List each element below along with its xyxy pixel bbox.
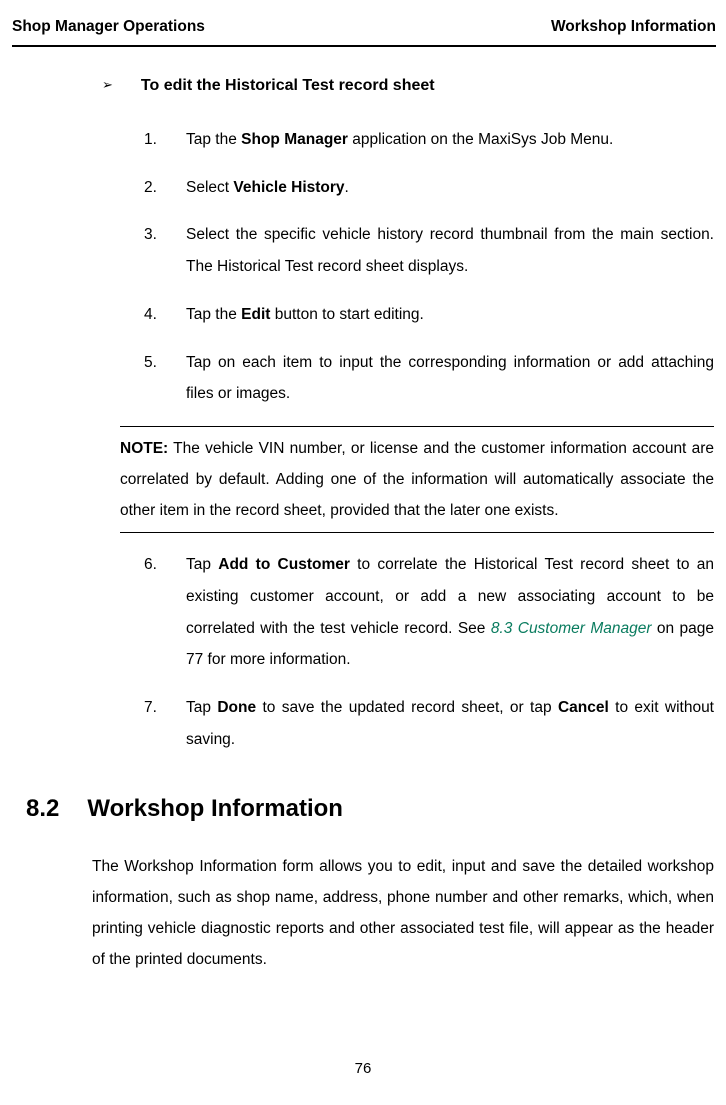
steps-list-part1: Tap the Shop Manager application on the … [92,124,714,410]
header-left: Shop Manager Operations [12,12,205,41]
step-text: . [345,179,349,196]
page-number: 76 [0,1055,726,1084]
step-item: Select the specific vehicle history reco… [144,219,714,283]
header-right: Workshop Information [551,12,716,41]
bullet-arrow-icon: ➢ [102,73,113,98]
step-text: application on the MaxiSys Job Menu. [348,131,613,148]
instruction-heading-text: To edit the Historical Test record sheet [141,71,435,101]
page-content: ➢ To edit the Historical Test record she… [12,71,716,975]
note-text: The vehicle VIN number, or license and t… [120,440,714,519]
step-text: Tap on each item to input the correspond… [186,354,714,403]
section-heading: 8.2 Workshop Information [26,786,714,832]
note-box: NOTE: The vehicle VIN number, or license… [120,426,714,533]
step-bold: Done [217,699,256,716]
step-text: Tap [186,699,217,716]
section-title: Workshop Information [87,786,343,832]
step-text: button to start editing. [270,306,423,323]
cross-reference-link[interactable]: 8.3 Customer Manager [491,620,652,637]
step-bold: Edit [241,306,270,323]
note-label: NOTE: [120,440,168,457]
step-text: Tap the [186,306,241,323]
step-text: to save the updated record sheet, or tap [256,699,558,716]
step-item: Tap on each item to input the correspond… [144,347,714,411]
step-bold: Vehicle History [233,179,344,196]
section-body: The Workshop Information form allows you… [92,851,714,975]
step-item: Tap the Edit button to start editing. [144,299,714,331]
step-bold: Add to Customer [218,556,350,573]
step-text: Select the specific vehicle history reco… [186,226,714,275]
step-item: Tap Add to Customer to correlate the His… [144,549,714,676]
steps-list-part2: Tap Add to Customer to correlate the His… [92,549,714,756]
section-number: 8.2 [26,786,59,832]
step-text: Tap [186,556,218,573]
step-item: Tap the Shop Manager application on the … [144,124,714,156]
instruction-heading: ➢ To edit the Historical Test record she… [102,71,714,101]
step-bold: Shop Manager [241,131,348,148]
step-item: Tap Done to save the updated record shee… [144,692,714,756]
step-item: Select Vehicle History. [144,172,714,204]
step-text: Select [186,179,233,196]
step-bold: Cancel [558,699,609,716]
step-text: Tap the [186,131,241,148]
page-header: Shop Manager Operations Workshop Informa… [12,12,716,47]
